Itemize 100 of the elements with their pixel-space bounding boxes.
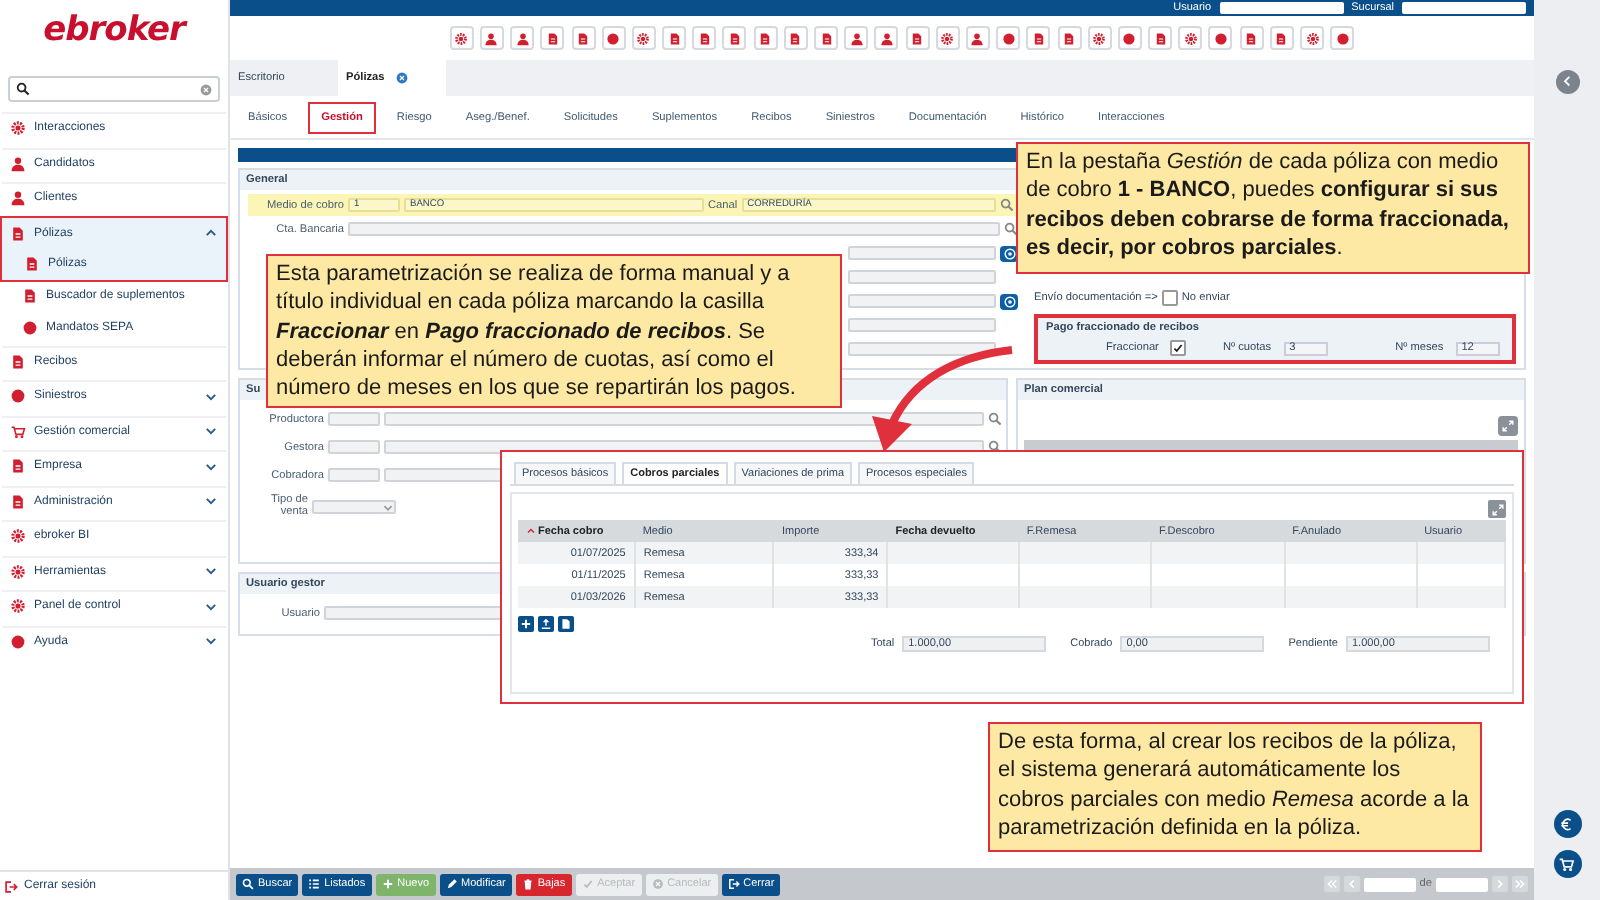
- callout-text: De esta forma, al crear los recibos de la póliza, el sistema generará automáticamente los cobros parciales con medio Remesa acorde a la parametrización definida en la póliza.: [998, 728, 1471, 843]
- module-icon: [10, 528, 26, 545]
- toolbar-button[interactable]: [631, 26, 656, 50]
- toolbar-button[interactable]: [905, 26, 930, 50]
- toolbar-button[interactable]: [1178, 26, 1203, 50]
- action-button[interactable]: [518, 616, 534, 632]
- module-icon: [10, 598, 26, 615]
- toolbar-button[interactable]: [662, 26, 687, 50]
- toolbar-button[interactable]: [479, 26, 504, 50]
- trash-icon: [521, 878, 534, 890]
- toolbar-button[interactable]: [935, 26, 960, 50]
- module-icon: [1244, 31, 1259, 45]
- module-icon: [545, 31, 560, 45]
- module-icon: [10, 353, 26, 370]
- action-button[interactable]: [538, 616, 554, 632]
- chevron-down-icon: [204, 459, 218, 474]
- expand-button[interactable]: [1498, 416, 1518, 436]
- module-icon: [10, 388, 26, 405]
- exit-icon: [4, 879, 18, 893]
- page-field[interactable]: [1363, 877, 1416, 891]
- page-count-field[interactable]: [1436, 877, 1488, 891]
- clear-icon[interactable]: [200, 83, 212, 95]
- ebroker-logo: ebroker: [41, 8, 190, 54]
- module-icon: [940, 31, 955, 45]
- toolbar-button[interactable]: [1087, 26, 1112, 50]
- module-icon: [1274, 31, 1289, 45]
- module-icon: [849, 31, 864, 45]
- search-icon[interactable]: [1004, 222, 1018, 236]
- sort-up-icon: [526, 525, 536, 536]
- toolbar-button[interactable]: [1117, 26, 1142, 50]
- toolbar-button[interactable]: [874, 26, 899, 50]
- search-icon[interactable]: [1000, 198, 1014, 212]
- toolbar-button[interactable]: [540, 26, 565, 50]
- last-page-icon: [1514, 878, 1526, 890]
- code-field[interactable]: [328, 440, 380, 454]
- toolbar-button[interactable]: [510, 26, 535, 50]
- toolbar-button[interactable]: [753, 26, 778, 50]
- input-field[interactable]: [848, 246, 996, 260]
- cart-icon: [1558, 855, 1576, 873]
- module-icon: [910, 31, 925, 45]
- toolbar-button[interactable]: [1148, 26, 1173, 50]
- check-icon: [581, 878, 594, 890]
- module-icon: [1153, 31, 1168, 45]
- module-icon: [697, 31, 712, 45]
- toolbar-button[interactable]: [1208, 26, 1233, 50]
- module-icon: [1001, 31, 1016, 45]
- cart-button[interactable]: [1553, 850, 1581, 878]
- euro-button[interactable]: [1553, 810, 1581, 838]
- module-icon: [454, 31, 469, 45]
- chevron-down-icon: [204, 634, 218, 649]
- toolbar-button[interactable]: [996, 26, 1021, 50]
- toolbar-button[interactable]: [1300, 26, 1325, 50]
- toolbar-button[interactable]: [1269, 26, 1294, 50]
- toolbar-button[interactable]: [814, 26, 839, 50]
- branch-field[interactable]: [1402, 2, 1526, 14]
- input-field[interactable]: [848, 342, 996, 356]
- search-icon[interactable]: [988, 412, 1002, 426]
- collapse-button[interactable]: [1555, 70, 1579, 94]
- module-icon: [10, 120, 26, 137]
- expand-icon: [1502, 420, 1514, 432]
- toolbar-button[interactable]: [783, 26, 808, 50]
- toolbar-button[interactable]: [1057, 26, 1082, 50]
- plus-icon: [381, 878, 394, 890]
- eye-icon: [1003, 247, 1015, 259]
- exit-icon: [727, 878, 740, 890]
- toolbar-button[interactable]: [571, 26, 596, 50]
- split-checkbox[interactable]: [1170, 340, 1187, 356]
- eye-icon: [1003, 295, 1015, 307]
- name-field[interactable]: [384, 412, 984, 426]
- eye-button[interactable]: [1000, 293, 1018, 309]
- module-icon: [819, 31, 834, 45]
- toolbar-button[interactable]: [692, 26, 717, 50]
- toolbar-button[interactable]: [1239, 26, 1264, 50]
- expand-button[interactable]: [1488, 500, 1506, 518]
- toolbar-button[interactable]: [722, 26, 747, 50]
- toolbar-button[interactable]: [601, 26, 626, 50]
- toolbar-button[interactable]: [1026, 26, 1051, 50]
- search-icon: [16, 82, 30, 96]
- toolbar-button[interactable]: [449, 26, 474, 50]
- user-field[interactable]: [1219, 2, 1344, 14]
- module-icon: [515, 31, 530, 45]
- input-field[interactable]: [848, 270, 996, 284]
- toolbar-button[interactable]: [844, 26, 869, 50]
- module-icon: [879, 31, 894, 45]
- list-icon: [308, 878, 321, 890]
- code-field[interactable]: [328, 412, 380, 426]
- close-icon[interactable]: [396, 72, 409, 84]
- search-field[interactable]: [8, 76, 220, 102]
- check-icon: [1172, 342, 1185, 354]
- next-page-icon: [1494, 878, 1506, 890]
- module-icon: [758, 31, 773, 45]
- toolbar-button[interactable]: [1330, 26, 1355, 50]
- chevron-down-icon: [204, 424, 218, 439]
- toolbar-button[interactable]: [965, 26, 990, 50]
- input-field[interactable]: [848, 294, 996, 308]
- chevron-down-icon: [204, 564, 218, 579]
- bank-account-field[interactable]: [348, 222, 1000, 236]
- input-field[interactable]: [848, 318, 996, 332]
- checkbox[interactable]: [1161, 289, 1178, 305]
- code-field[interactable]: [328, 468, 380, 482]
